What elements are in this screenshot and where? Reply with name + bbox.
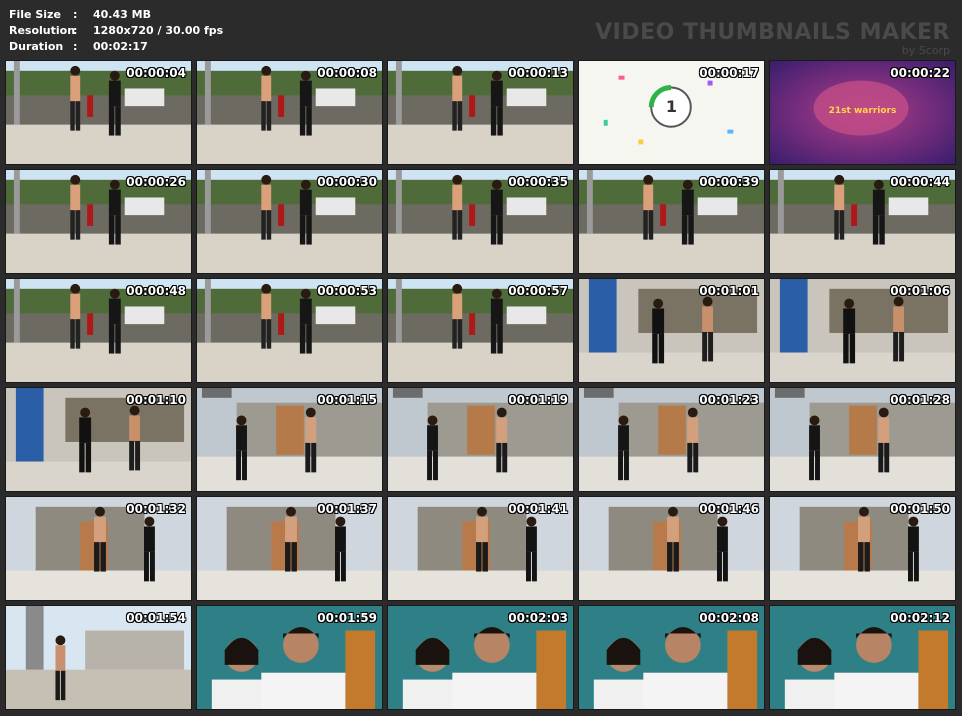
duration-value: 00:02:17 xyxy=(93,40,148,53)
frame-timestamp: 00:02:03 xyxy=(508,611,568,625)
frame-timestamp: 00:00:26 xyxy=(126,175,186,189)
thumbnail-frame: 00:02:08 xyxy=(578,605,765,710)
thumbnail-frame: 00:00:26 xyxy=(5,169,192,274)
thumbnail-frame: 00:00:57 xyxy=(387,278,574,383)
resolution-value: 1280x720 / 30.00 fps xyxy=(93,24,224,37)
thumbnail-frame: 00:00:48 xyxy=(5,278,192,383)
thumbnail-frame: 00:00:53 xyxy=(196,278,383,383)
frame-timestamp: 00:00:48 xyxy=(126,284,186,298)
thumbnail-frame: 00:01:06 xyxy=(769,278,956,383)
thumbnail-frame: 00:01:10 xyxy=(5,387,192,492)
countdown-number: 1 xyxy=(665,97,678,116)
duration-separator: : xyxy=(73,40,78,53)
thumbnail-frame: 00:00:44 xyxy=(769,169,956,274)
file-size-value: 40.43 MB xyxy=(93,8,151,21)
thumbnail-frame: 00:00:35 xyxy=(387,169,574,274)
thumbnail-frame: 00:01:01 xyxy=(578,278,765,383)
thumbnail-frame: 00:02:12 xyxy=(769,605,956,710)
frame-timestamp: 00:00:04 xyxy=(126,66,186,80)
thumbnail-frame: 00:01:28 xyxy=(769,387,956,492)
frame-timestamp: 00:01:37 xyxy=(317,502,377,516)
frame-timestamp: 00:00:22 xyxy=(890,66,950,80)
frame-timestamp: 00:01:50 xyxy=(890,502,950,516)
title-card-text: 21st warriors xyxy=(828,106,897,116)
thumbnail-frame: 00:00:08 xyxy=(196,60,383,165)
frame-timestamp: 00:00:17 xyxy=(699,66,759,80)
frame-timestamp: 00:01:32 xyxy=(126,502,186,516)
thumbnail-frame: 00:01:32 xyxy=(5,496,192,601)
thumbnail-frame: 00:00:30 xyxy=(196,169,383,274)
frame-timestamp: 00:01:15 xyxy=(317,393,377,407)
resolution-separator: : xyxy=(73,24,78,37)
thumbnail-frame: 00:01:46 xyxy=(578,496,765,601)
frame-timestamp: 00:00:08 xyxy=(317,66,377,80)
thumbnail-frame: 00:01:54 xyxy=(5,605,192,710)
thumbnail-frame: 00:00:13 xyxy=(387,60,574,165)
thumbnail-frame: 00:01:15 xyxy=(196,387,383,492)
frame-timestamp: 00:01:54 xyxy=(126,611,186,625)
frame-timestamp: 00:01:10 xyxy=(126,393,186,407)
thumbnail-frame: 00:01:50 xyxy=(769,496,956,601)
thumbnail-frame: 00:00:04 xyxy=(5,60,192,165)
frame-timestamp: 00:00:30 xyxy=(317,175,377,189)
duration-row: Duration : 00:02:17 xyxy=(9,39,223,55)
thumbnail-frame: 00:02:03 xyxy=(387,605,574,710)
frame-timestamp: 00:00:39 xyxy=(699,175,759,189)
frame-timestamp: 00:00:13 xyxy=(508,66,568,80)
thumbnail-frame: 00:01:59 xyxy=(196,605,383,710)
brand-title: VIDEO THUMBNAILS MAKER xyxy=(595,20,950,45)
frame-timestamp: 00:02:12 xyxy=(890,611,950,625)
frame-timestamp: 00:00:44 xyxy=(890,175,950,189)
thumbnail-frame: 00:01:19 xyxy=(387,387,574,492)
file-size-label: File Size xyxy=(9,8,61,21)
brand-subtitle: by Scorp xyxy=(901,44,950,57)
frame-timestamp: 00:00:35 xyxy=(508,175,568,189)
frame-timestamp: 00:01:59 xyxy=(317,611,377,625)
frame-timestamp: 00:01:46 xyxy=(699,502,759,516)
file-info: File Size : 40.43 MB Resolution : 1280x7… xyxy=(9,7,223,55)
frame-timestamp: 00:00:53 xyxy=(317,284,377,298)
resolution-label: Resolution xyxy=(9,24,76,37)
thumbnail-frame: 00:01:23 xyxy=(578,387,765,492)
brand-watermark: VIDEO THUMBNAILS MAKER by Scorp xyxy=(595,20,950,57)
frame-timestamp: 00:01:06 xyxy=(890,284,950,298)
frame-timestamp: 00:01:01 xyxy=(699,284,759,298)
thumbnail-frame: 21st warriors 00:00:22 xyxy=(769,60,956,165)
thumbnail-frame: 00:01:37 xyxy=(196,496,383,601)
duration-label: Duration xyxy=(9,40,64,53)
thumbnail-frame: 00:00:39 xyxy=(578,169,765,274)
thumbnail-frame: 1 00:00:17 xyxy=(578,60,765,165)
frame-timestamp: 00:01:19 xyxy=(508,393,568,407)
file-size-separator: : xyxy=(73,8,78,21)
file-size-row: File Size : 40.43 MB xyxy=(9,7,223,23)
frame-timestamp: 00:02:08 xyxy=(699,611,759,625)
frame-timestamp: 00:01:41 xyxy=(508,502,568,516)
thumbnail-frame: 00:01:41 xyxy=(387,496,574,601)
thumbnail-grid: 00:00:04 00:00:08 00:00:13 1 00:00:17 21… xyxy=(5,60,956,710)
frame-timestamp: 00:01:28 xyxy=(890,393,950,407)
resolution-row: Resolution : 1280x720 / 30.00 fps xyxy=(9,23,223,39)
frame-timestamp: 00:01:23 xyxy=(699,393,759,407)
frame-timestamp: 00:00:57 xyxy=(508,284,568,298)
